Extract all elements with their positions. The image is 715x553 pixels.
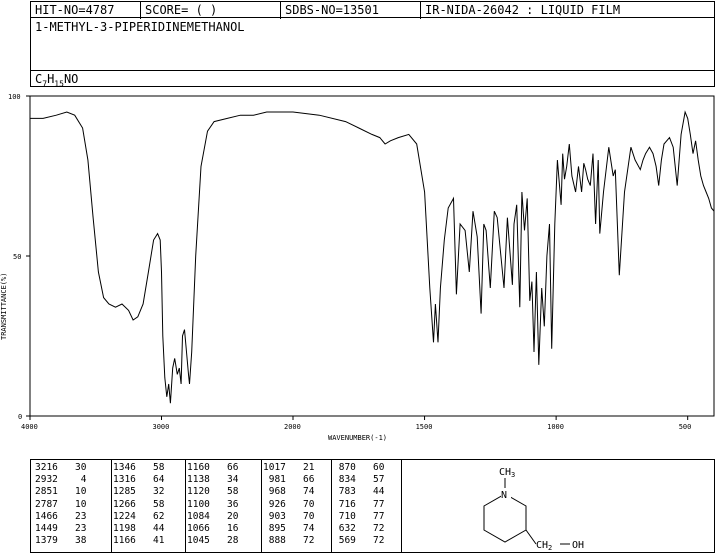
spectrum-trace (30, 110, 715, 404)
y-axis-label: TRANSMITTANCE(%) (0, 273, 8, 340)
compound-name: 1-METHYL-3-PIPERIDINEMETHANOL (35, 20, 245, 34)
y-tick-label: 0 (18, 413, 22, 421)
peak-row: 1160 66 (187, 462, 239, 473)
plot-frame (29, 95, 715, 417)
peak-column: 1160 66 1138 34 1120 58 1100 36 1084 20 1066 … (187, 462, 238, 547)
peak-row: 834 57 (333, 474, 385, 486)
peak-row: 1084 20 (187, 510, 239, 522)
x-tick-label: 1000 (547, 423, 564, 431)
peak-row: 710 77 (333, 510, 385, 522)
peak-row: 1045 28 (187, 535, 239, 547)
hydroxyl-label: OH (572, 540, 584, 551)
peak-row: 1346 58 (113, 462, 165, 473)
peak-row: 926 70 (263, 498, 315, 510)
peak-column: 3216 30 2932 4 2851 10 2787 10 1466 23 1449 2… (35, 462, 86, 547)
x-tick-label: 2000 (284, 423, 301, 431)
peak-row: 903 70 (263, 510, 315, 522)
peak-row: 1166 41 (113, 535, 165, 547)
peak-row: 1138 34 (187, 474, 239, 486)
peak-row: 888 72 (263, 535, 315, 547)
peak-column: 1017 21 981 66 968 74 926 70 903 70 895 … (263, 462, 314, 547)
nitrogen-label: N (501, 490, 507, 501)
compound-box: 1-METHYL-3-PIPERIDINEMETHANOL C7H15NO (30, 17, 715, 88)
peak-row: 3216 30 (35, 462, 87, 473)
peak-row: 1100 36 (187, 498, 239, 510)
x-axis-label: WAVENUMBER(-1) (328, 434, 387, 442)
peak-column: 870 60 834 57 783 44 716 77 710 77 632 7… (333, 462, 385, 547)
peak-row: 1449 23 (35, 523, 87, 535)
peak-row: 2851 10 (35, 486, 87, 498)
peak-row: 632 72 (333, 523, 385, 535)
ir-spectrum-chart: 100500 4000 3000 2000 1500 1000 500 TRANSMITT… (0, 93, 715, 442)
peak-row: 1266 58 (113, 498, 165, 510)
peak-column: 1346 58 1316 64 1285 32 1266 58 1224 62 1198 … (113, 462, 164, 547)
y-tick-label: 50 (13, 253, 21, 261)
peak-row: 716 77 (333, 498, 385, 510)
peak-row: 2787 10 (35, 498, 87, 510)
peak-row: 783 44 (333, 486, 385, 498)
peak-row: 981 66 (263, 474, 315, 486)
peak-row: 968 74 (263, 486, 315, 498)
peak-row: 1066 16 (187, 523, 239, 535)
x-tick-label: 4000 (21, 423, 38, 431)
methyl-label: CH3 (499, 467, 515, 479)
ch2-label: CH2 (536, 540, 552, 552)
peak-row: 895 74 (263, 523, 315, 535)
x-tick-label: 1500 (416, 423, 433, 431)
peak-row: 1285 32 (113, 486, 165, 498)
x-tick-label: 500 (679, 423, 692, 431)
peak-row: 1379 38 (35, 535, 87, 547)
peak-row: 1017 21 (263, 462, 315, 473)
chemical-structure: CH3 N CH2 OH (483, 467, 584, 552)
peak-row: 870 60 (333, 462, 385, 473)
y-tick-label: 100 (8, 93, 21, 101)
peak-row: 1224 62 (113, 510, 165, 522)
peak-row: 1198 44 (113, 523, 165, 535)
peak-row: 1466 23 (35, 510, 87, 522)
header-bar: HIT-NO=4787 SCORE= ( ) SDBS-NO=13501 IR-… (30, 1, 715, 19)
peak-row: 1316 64 (113, 474, 165, 486)
peak-row: 1120 58 (187, 486, 239, 498)
peak-table: 3216 30 2932 4 2851 10 2787 10 1466 23 1449 2… (30, 459, 402, 553)
peak-row: 569 72 (333, 535, 385, 547)
peak-row: 2932 4 (35, 474, 87, 486)
structure-box: CH3 N CH2 OH (401, 459, 715, 553)
x-tick-label: 3000 (153, 423, 170, 431)
